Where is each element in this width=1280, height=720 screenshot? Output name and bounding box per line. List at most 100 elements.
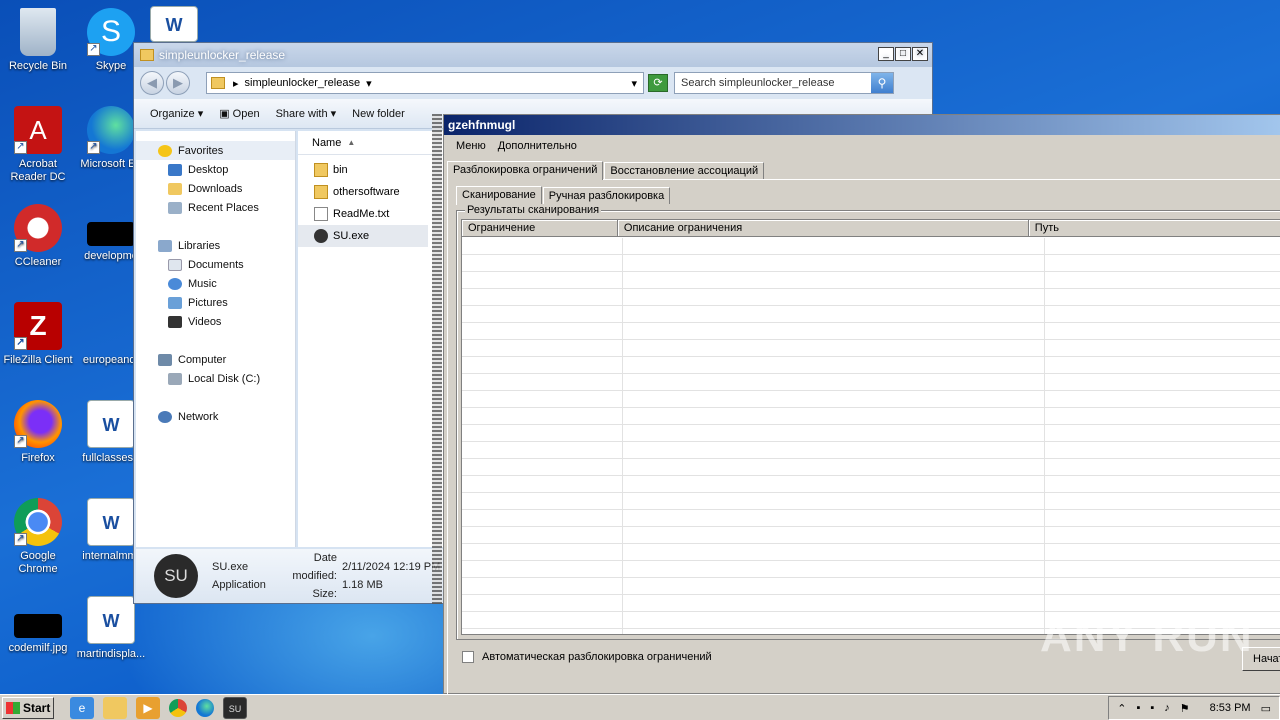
table-header: Ограничение Описание ограничения Путь (462, 220, 1280, 237)
nav-documents[interactable]: Documents (136, 255, 295, 274)
unlocker-title[interactable]: gzehfnmugl (444, 115, 1280, 135)
file-name: SU.exe (333, 230, 370, 242)
nav-pictures-label: Pictures (188, 296, 228, 309)
nav-music-label: Music (188, 277, 217, 290)
chevron-down-icon[interactable]: ▾ (366, 77, 372, 90)
scan-results-group: Результаты сканирования Ограничение Опис… (456, 204, 1280, 640)
image-file-icon (14, 614, 62, 638)
forward-button[interactable]: ▶ (166, 71, 190, 95)
nav-videos[interactable]: Videos (136, 312, 295, 331)
tab-manual-unlock[interactable]: Ручная разблокировка (542, 187, 671, 204)
firefox-icon: ↗ (14, 400, 62, 448)
details-file-type: Application (212, 579, 266, 591)
auto-unlock-checkbox[interactable] (462, 651, 474, 663)
folder-icon (314, 185, 328, 199)
nav-network-label: Network (178, 410, 219, 423)
desktop-icon-martindispla[interactable]: W martindispla... (73, 596, 149, 661)
downloads-icon (168, 182, 182, 195)
nav-desktop[interactable]: Desktop (136, 160, 295, 179)
file-icon (87, 302, 135, 350)
volume-icon[interactable]: ♪ (1164, 702, 1170, 714)
scan-results-table[interactable]: Ограничение Описание ограничения Путь (461, 219, 1280, 635)
desktop-icon-codemilf[interactable]: codemilf.jpg (0, 596, 76, 655)
shortcut-arrow-icon: ↗ (14, 337, 27, 350)
action-center-flag-icon[interactable]: ⚑ (1180, 702, 1190, 715)
desktop-icon-ccleaner[interactable]: ↗ CCleaner (0, 204, 76, 269)
tray-app-icon[interactable]: ▪ (1150, 702, 1154, 714)
nav-local-disk[interactable]: Local Disk (C:) (136, 369, 295, 388)
edge-icon: ↗ (87, 106, 135, 154)
desktop-icon-word-doc[interactable]: W (150, 6, 198, 46)
unlocker-window[interactable]: gzehfnmugl Меню Дополнительно Разблокиро… (443, 114, 1280, 699)
desktop-icon-chrome[interactable]: ↗ Google Chrome (0, 498, 76, 576)
word-document-icon: W (150, 6, 198, 42)
nav-favorites[interactable]: Favorites (136, 141, 295, 160)
word-document-icon: W (87, 400, 135, 448)
search-input[interactable]: Search simpleunlocker_release ⚲ (674, 72, 894, 94)
menu-item-advanced[interactable]: Дополнительно (492, 140, 583, 152)
nav-videos-label: Videos (188, 315, 222, 328)
media-player-icon[interactable]: ▶ (136, 696, 160, 719)
column-header-description[interactable]: Описание ограничения (618, 220, 1029, 236)
explorer-taskbar-icon[interactable] (103, 696, 127, 719)
pictures-icon (168, 296, 182, 309)
nav-downloads[interactable]: Downloads (136, 179, 295, 198)
nav-network[interactable]: Network (136, 407, 295, 426)
nav-computer-label: Computer (178, 353, 227, 366)
show-desktop-icon[interactable]: ▭ (1261, 702, 1271, 715)
tray-app-icon[interactable]: ▪ (1136, 702, 1140, 714)
search-icon[interactable]: ⚲ (871, 73, 893, 93)
tray-expand-icon[interactable]: ⌃ (1117, 702, 1126, 715)
auto-unlock-option[interactable]: Автоматическая разблокировка ограничений (462, 651, 712, 663)
start-button[interactable]: Start (2, 696, 54, 719)
clock[interactable]: 8:53 PM (1210, 702, 1251, 714)
chrome-icon[interactable] (169, 698, 187, 717)
ccleaner-icon: ↗ (14, 204, 62, 252)
desktop-icon-acrobat[interactable]: A ↗ Acrobat Reader DC (0, 106, 76, 184)
nav-recent-places[interactable]: Recent Places (136, 198, 295, 217)
tab-restore-associations[interactable]: Восстановление ассоциаций (604, 162, 765, 179)
address-dropdown-icon[interactable]: ▾ (631, 77, 637, 90)
refresh-button[interactable]: ⟳ (648, 74, 668, 92)
details-date-value: 2/11/2024 12:19 PM (342, 561, 441, 573)
tab-unlock-restrictions[interactable]: Разблокировка ограничений (447, 161, 604, 180)
close-button[interactable]: ✕ (912, 47, 928, 61)
nav-favorites-label: Favorites (178, 144, 224, 157)
file-name: ReadMe.txt (333, 208, 390, 220)
scan-results-title: Результаты сканирования (465, 204, 602, 216)
tab-scan[interactable]: Сканирование (456, 186, 542, 205)
open-label: Open (232, 108, 260, 120)
minimize-button[interactable]: _ (878, 47, 894, 61)
folder-icon (140, 49, 154, 61)
file-item-su-exe[interactable]: SU.exe (298, 225, 428, 247)
recent-places-icon (168, 201, 182, 214)
nav-pictures[interactable]: Pictures (136, 293, 295, 312)
column-header-path[interactable]: Путь (1029, 220, 1280, 236)
nav-computer[interactable]: Computer (136, 350, 295, 369)
star-icon (158, 144, 172, 157)
open-button[interactable]: ▣ Open (211, 107, 267, 120)
desktop-icon-recycle-bin[interactable]: Recycle Bin (0, 8, 76, 73)
column-header-restriction[interactable]: Ограничение (462, 220, 618, 236)
menu-item-menu[interactable]: Меню (450, 140, 492, 152)
back-button[interactable]: ◀ (140, 71, 164, 95)
window-resize-edge[interactable] (432, 114, 442, 604)
nav-music[interactable]: Music (136, 274, 295, 293)
edge-icon[interactable] (196, 698, 214, 717)
desktop-icon-firefox[interactable]: ↗ Firefox (0, 400, 76, 465)
explorer-titlebar[interactable]: simpleunlocker_release _ □ ✕ (134, 43, 932, 67)
new-folder-button[interactable]: New folder (344, 108, 413, 120)
maximize-button[interactable]: □ (895, 47, 911, 61)
su-taskbar-icon[interactable]: SU (223, 696, 247, 719)
breadcrumb[interactable]: simpleunlocker_release (245, 77, 361, 89)
folder-icon (314, 163, 328, 177)
desktop-icon-filezilla[interactable]: Z ↗ FileZilla Client (0, 302, 76, 367)
nav-libraries[interactable]: Libraries (136, 236, 295, 255)
ie-icon[interactable]: e (70, 696, 94, 719)
column-divider (622, 238, 623, 634)
organize-button[interactable]: Organize ▾ (142, 107, 211, 120)
share-with-button[interactable]: Share with ▾ (268, 107, 345, 120)
address-bar[interactable]: ▸ simpleunlocker_release ▾ ▾ (206, 72, 644, 94)
shortcut-arrow-icon: ↗ (14, 533, 27, 546)
word-document-icon: W (87, 596, 135, 644)
